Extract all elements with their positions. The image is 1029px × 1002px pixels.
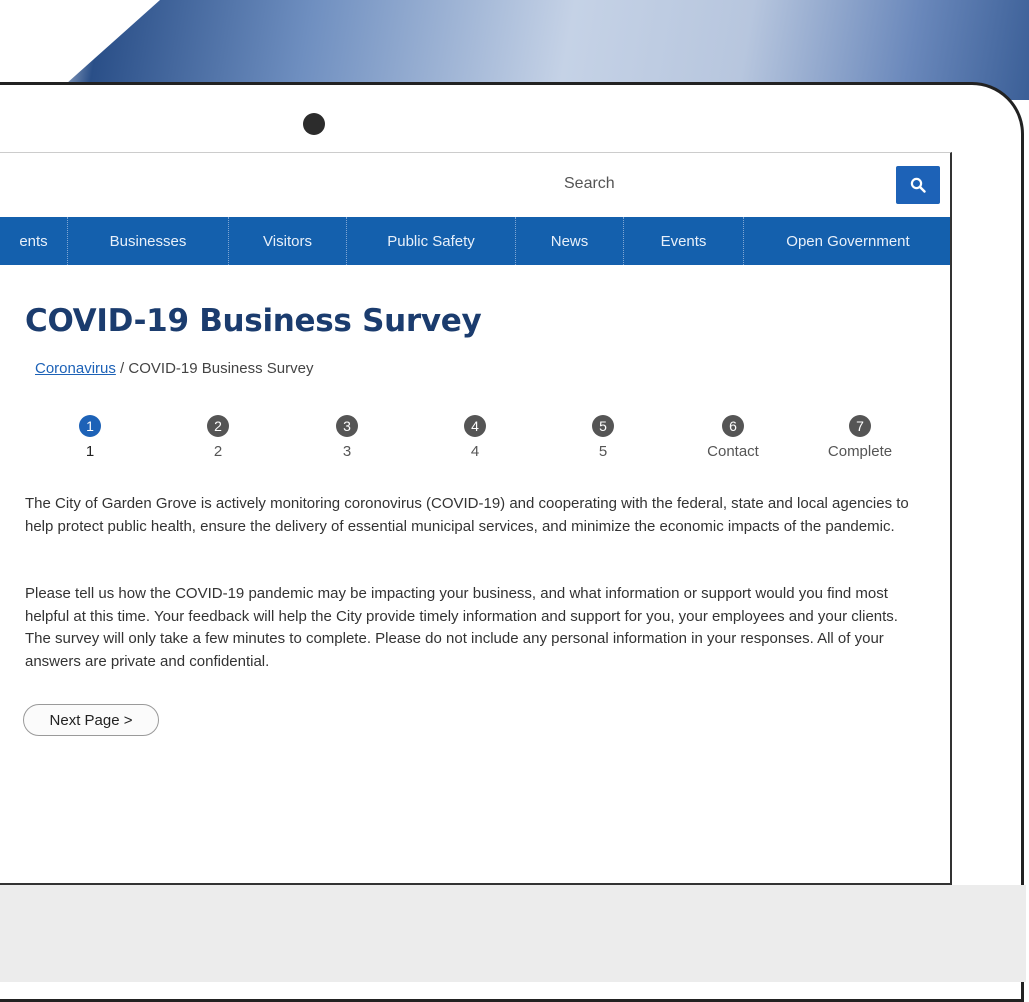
intro-paragraph: The City of Garden Grove is actively mon… xyxy=(25,495,909,535)
nav-item-news[interactable]: News xyxy=(516,217,624,265)
survey-progress-steps: 1 1 2 2 3 3 4 4 5 5 6 Contact 7 Complete xyxy=(40,415,920,485)
nav-item-visitors[interactable]: Visitors xyxy=(229,217,347,265)
main-navigation: ents Businesses Visitors Public Safety N… xyxy=(0,217,950,265)
nav-item-residents[interactable]: ents xyxy=(0,217,68,265)
page-title: COVID-19 Business Survey xyxy=(25,303,482,339)
step-number: 2 xyxy=(207,415,229,437)
search-icon xyxy=(910,177,926,193)
nav-item-public-safety[interactable]: Public Safety xyxy=(347,217,516,265)
search-input[interactable] xyxy=(545,167,890,201)
step-1: 1 1 xyxy=(40,415,140,460)
step-label: 2 xyxy=(213,443,223,460)
step-number: 6 xyxy=(722,415,744,437)
instructions-paragraph: Please tell us how the COVID-19 pandemic… xyxy=(25,585,898,670)
webcam-icon xyxy=(303,113,325,135)
step-6: 6 Contact xyxy=(683,415,783,460)
step-label: 5 xyxy=(598,443,608,460)
step-label: Complete xyxy=(827,443,893,460)
search-button[interactable] xyxy=(896,166,940,204)
step-5: 5 5 xyxy=(553,415,653,460)
step-number: 7 xyxy=(849,415,871,437)
step-number: 3 xyxy=(336,415,358,437)
step-label: 3 xyxy=(342,443,352,460)
step-7: 7 Complete xyxy=(810,415,910,460)
step-label: Contact xyxy=(707,443,759,460)
step-4: 4 4 xyxy=(425,415,525,460)
step-label: 4 xyxy=(470,443,480,460)
next-page-button[interactable]: Next Page > xyxy=(23,704,159,736)
search-bar xyxy=(0,153,950,217)
step-number: 4 xyxy=(464,415,486,437)
step-3: 3 3 xyxy=(297,415,397,460)
browser-screen: ents Businesses Visitors Public Safety N… xyxy=(0,152,952,885)
breadcrumb-link-coronavirus[interactable]: Coronavirus xyxy=(35,360,116,377)
nav-item-events[interactable]: Events xyxy=(624,217,744,265)
nav-item-open-government[interactable]: Open Government xyxy=(744,217,950,265)
breadcrumb: Coronavirus / COVID-19 Business Survey xyxy=(35,360,313,377)
step-number: 1 xyxy=(79,415,101,437)
step-2: 2 2 xyxy=(168,415,268,460)
breadcrumb-current: COVID-19 Business Survey xyxy=(128,360,314,377)
breadcrumb-separator: / xyxy=(120,360,125,377)
laptop-base xyxy=(0,885,1026,982)
nav-item-businesses[interactable]: Businesses xyxy=(68,217,229,265)
step-number: 5 xyxy=(592,415,614,437)
step-label: 1 xyxy=(85,443,95,460)
